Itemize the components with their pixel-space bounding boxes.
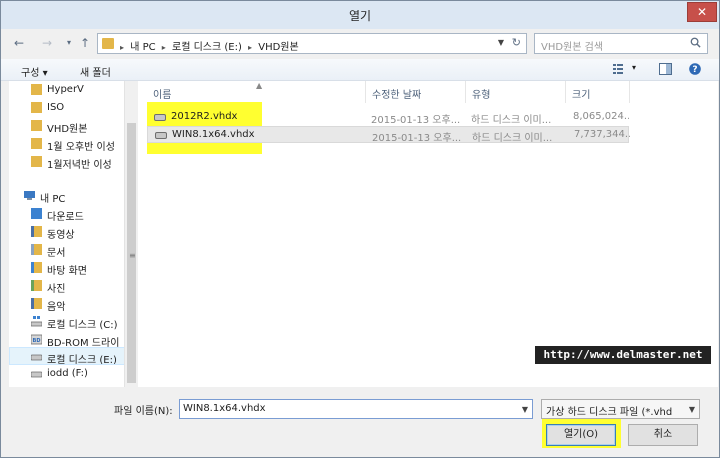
navigation-scrollbar[interactable]: ≡: [124, 81, 137, 387]
column-header-date[interactable]: 수정한 날짜: [366, 81, 466, 103]
chevron-down-icon[interactable]: ▼: [689, 405, 695, 414]
svg-text:BD: BD: [33, 338, 41, 344]
file-name: WIN8.1x64.vhdx: [172, 129, 255, 140]
windows-drive-icon: [31, 316, 42, 327]
search-placeholder: VHD원본 검색: [541, 42, 604, 53]
sidebar-item-documents[interactable]: 문서: [9, 241, 125, 259]
close-button[interactable]: ✕: [687, 2, 717, 22]
file-size: 8,065,024...: [573, 111, 629, 122]
sidebar-item-local-disk-c[interactable]: 로컬 디스크 (C:): [9, 313, 125, 331]
file-date: 2015-01-13 오후...: [371, 115, 461, 126]
navigation-pane: HyperV ISO VHD원본 1월 오후반 이성 1월저녁반 이성 내 PC…: [9, 81, 137, 387]
help-icon[interactable]: ?: [689, 63, 701, 75]
music-icon: [31, 298, 42, 309]
navigation-bar: ← → ▾ ↑ ▸ 내 PC ▸ 로컬 디스크 (E:) ▸ VHD원본 ▼ ↻…: [1, 29, 719, 57]
sidebar-item-downloads[interactable]: 다운로드: [9, 205, 125, 223]
filetype-value: 가상 하드 디스크 파일 (*.vhd: [546, 407, 673, 418]
scroll-grip-icon: ≡: [129, 251, 136, 260]
folder-icon: [31, 102, 42, 113]
documents-icon: [31, 244, 42, 255]
breadcrumb-item[interactable]: 내 PC: [130, 42, 155, 53]
cancel-button[interactable]: 취소: [628, 424, 698, 446]
folder-icon: [31, 156, 42, 167]
table-row[interactable]: 2012R2.vhdx 2015-01-13 오후... 하드 디스크 이미..…: [147, 109, 629, 126]
refresh-icon[interactable]: ↻: [512, 36, 521, 49]
chevron-down-icon[interactable]: ▼: [498, 38, 504, 47]
sidebar-item-music[interactable]: 음악: [9, 295, 125, 313]
svg-text:?: ?: [692, 65, 697, 75]
search-input[interactable]: VHD원본 검색: [534, 33, 708, 54]
toolbar: 구성 ▾ 새 폴더 ▾ ?: [1, 59, 719, 81]
file-size: 7,737,344...: [574, 129, 630, 140]
watermark: http://www.delmaster.net: [535, 346, 711, 364]
column-header-size[interactable]: 크기: [566, 81, 630, 103]
chevron-down-icon[interactable]: ▼: [522, 405, 528, 414]
folder-icon: [31, 138, 42, 149]
drive-icon: [31, 371, 42, 378]
title-bar: 열기 ✕: [1, 1, 719, 29]
address-bar[interactable]: ▸ 내 PC ▸ 로컬 디스크 (E:) ▸ VHD원본 ▼ ↻: [97, 33, 527, 54]
open-file-dialog: 열기 ✕ ← → ▾ ↑ ▸ 내 PC ▸ 로컬 디스크 (E:) ▸ VHD원…: [0, 0, 720, 458]
preview-pane-icon[interactable]: [659, 63, 672, 75]
filename-label: 파일 이름(N):: [114, 406, 173, 417]
table-row[interactable]: WIN8.1x64.vhdx 2015-01-13 오후... 하드 디스크 이…: [147, 126, 630, 144]
folder-icon: [31, 120, 42, 131]
filename-input[interactable]: WIN8.1x64.vhdx ▼: [179, 399, 533, 419]
desktop-icon: [31, 262, 42, 273]
videos-icon: [31, 226, 42, 237]
folder-icon: [102, 38, 114, 49]
forward-icon[interactable]: →: [37, 33, 57, 53]
drive-icon: [31, 354, 42, 361]
back-icon[interactable]: ←: [9, 33, 29, 53]
up-icon[interactable]: ↑: [75, 33, 95, 53]
breadcrumb-item[interactable]: 로컬 디스크 (E:): [172, 42, 242, 53]
optical-drive-icon: BD: [31, 334, 42, 345]
file-date: 2015-01-13 오후...: [372, 133, 462, 144]
sidebar-item-iodd[interactable]: iodd (F:): [9, 365, 125, 383]
sidebar-item-hyperv[interactable]: HyperV: [9, 81, 125, 99]
dialog-title: 열기: [348, 9, 372, 23]
folder-icon: [31, 84, 42, 95]
sidebar-item-desktop[interactable]: 바탕 화면: [9, 259, 125, 277]
vhd-file-icon: [154, 114, 166, 121]
sidebar-item-jan-evening[interactable]: 1월저녁반 이성: [9, 153, 125, 171]
pictures-icon: [31, 280, 42, 291]
filetype-select[interactable]: 가상 하드 디스크 파일 (*.vhd ▼: [541, 399, 700, 419]
column-header-type[interactable]: 유형: [466, 81, 566, 103]
sidebar-item-pictures[interactable]: 사진: [9, 277, 125, 295]
sidebar-item-iso[interactable]: ISO: [9, 99, 125, 117]
file-name: 2012R2.vhdx: [171, 111, 238, 122]
sidebar-item-jan-afternoon[interactable]: 1월 오후반 이성: [9, 135, 125, 153]
filename-value: WIN8.1x64.vhdx: [183, 403, 266, 414]
view-options-icon[interactable]: [613, 63, 627, 75]
new-folder-button[interactable]: 새 폴더: [80, 64, 111, 79]
computer-icon: [24, 191, 35, 200]
view-dropdown-icon[interactable]: ▾: [632, 63, 636, 72]
organize-button[interactable]: 구성 ▾: [21, 64, 48, 79]
breadcrumb-item[interactable]: VHD원본: [258, 42, 298, 53]
sidebar-item-local-disk-e[interactable]: 로컬 디스크 (E:): [9, 347, 125, 365]
breadcrumb: ▸ 내 PC ▸ 로컬 디스크 (E:) ▸ VHD원본: [120, 42, 299, 53]
sidebar-item-videos[interactable]: 동영상: [9, 223, 125, 241]
open-button[interactable]: 열기(O): [546, 424, 616, 446]
sidebar-item-this-pc[interactable]: 내 PC: [9, 187, 125, 205]
downloads-icon: [31, 208, 42, 219]
sidebar-item-vhd-source[interactable]: VHD원본: [9, 117, 125, 135]
file-type: 하드 디스크 이미...: [472, 133, 553, 144]
column-header-name[interactable]: 이름: [147, 81, 366, 103]
search-icon[interactable]: [690, 37, 701, 48]
vhd-file-icon: [155, 132, 167, 139]
file-type: 하드 디스크 이미...: [471, 115, 552, 126]
